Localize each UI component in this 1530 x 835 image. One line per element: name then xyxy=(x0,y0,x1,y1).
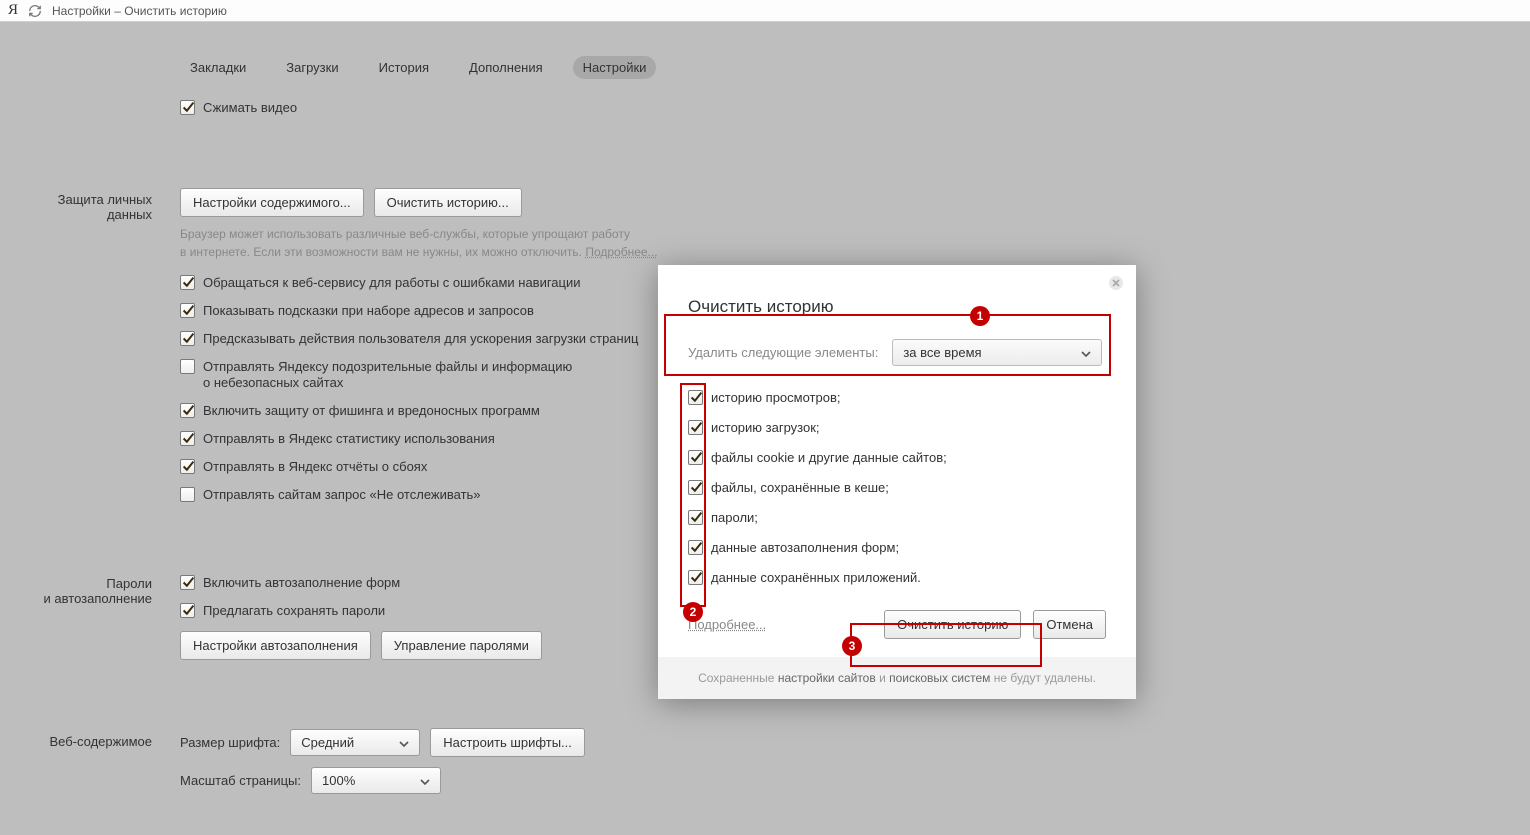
cancel-button[interactable]: Отмена xyxy=(1033,610,1106,639)
time-period-select[interactable]: за все время xyxy=(892,339,1102,366)
tab-bookmarks[interactable]: Закладки xyxy=(180,56,256,79)
autofill-settings-button[interactable]: Настройки автозаполнения xyxy=(180,631,371,660)
label-send-suspicious: Отправлять Яндексу подозрительные файлы … xyxy=(203,359,572,391)
more-details-link[interactable]: Подробнее... xyxy=(688,617,766,632)
label-compress-video: Сжимать видео xyxy=(203,100,297,116)
label-clear-cookies: файлы cookie и другие данные сайтов; xyxy=(711,450,947,466)
label-predict: Предсказывать действия пользователя для … xyxy=(203,331,638,347)
delete-elements-label: Удалить следующие элементы: xyxy=(688,345,878,360)
checkbox-clear-downloads[interactable] xyxy=(688,420,703,435)
label-clear-cache: файлы, сохранённые в кеше; xyxy=(711,480,889,496)
label-clear-browsing: историю просмотров; xyxy=(711,390,840,406)
modal-title: Очистить историю xyxy=(688,297,1106,317)
checkbox-suggest[interactable] xyxy=(180,303,195,318)
tab-history[interactable]: История xyxy=(369,56,439,79)
time-period-value: за все время xyxy=(903,345,981,360)
confirm-clear-history-button[interactable]: Очистить историю xyxy=(884,610,1021,639)
manage-passwords-button[interactable]: Управление паролями xyxy=(381,631,542,660)
settings-nav-tabs: Закладки Загрузки История Дополнения Нас… xyxy=(180,56,656,79)
section-label-passwords-1: Пароли xyxy=(0,576,152,591)
label-autofill: Включить автозаполнение форм xyxy=(203,575,400,591)
browser-chrome-bar: Я Настройки – Очистить историю xyxy=(0,0,1530,22)
checkbox-stats[interactable] xyxy=(180,431,195,446)
tab-addons[interactable]: Дополнения xyxy=(459,56,553,79)
privacy-desc-line-1: Браузер может использовать различные веб… xyxy=(180,225,940,243)
checkbox-clear-passwords[interactable] xyxy=(688,510,703,525)
label-suggest: Показывать подсказки при наборе адресов … xyxy=(203,303,534,319)
section-label-privacy-1: Защита личных xyxy=(0,192,152,207)
configure-fonts-button[interactable]: Настроить шрифты... xyxy=(430,728,585,757)
chevron-down-icon xyxy=(420,773,430,788)
label-crash: Отправлять в Яндекс отчёты о сбоях xyxy=(203,459,427,475)
section-label-web-content: Веб-содержимое xyxy=(0,734,152,749)
section-label-privacy-2: данных xyxy=(0,207,152,222)
reload-icon[interactable] xyxy=(28,4,42,18)
checkbox-clear-autofill[interactable] xyxy=(688,540,703,555)
yandex-logo: Я xyxy=(8,2,18,19)
zoom-label: Масштаб страницы: xyxy=(180,773,301,788)
font-size-select[interactable]: Средний xyxy=(290,729,420,756)
chevron-down-icon xyxy=(1081,345,1091,360)
font-size-label: Размер шрифта: xyxy=(180,735,280,750)
checkbox-phishing[interactable] xyxy=(180,403,195,418)
modal-footer-note: Сохраненные настройки сайтов и поисковых… xyxy=(658,657,1136,699)
label-stats: Отправлять в Яндекс статистику использов… xyxy=(203,431,495,447)
tab-downloads[interactable]: Загрузки xyxy=(276,56,348,79)
privacy-desc-more-link[interactable]: Подробнее... xyxy=(585,245,657,259)
label-nav-errors: Обращаться к веб-сервису для работы с ош… xyxy=(203,275,581,291)
section-label-passwords-2: и автозаполнение xyxy=(0,591,152,606)
page-title: Настройки – Очистить историю xyxy=(52,4,227,18)
tab-settings[interactable]: Настройки xyxy=(573,56,657,79)
privacy-desc-line-2: в интернете. Если эти возможности вам не… xyxy=(180,245,585,259)
clear-history-button[interactable]: Очистить историю... xyxy=(374,188,522,217)
chevron-down-icon xyxy=(399,735,409,750)
checkbox-clear-cache[interactable] xyxy=(688,480,703,495)
label-save-passwords: Предлагать сохранять пароли xyxy=(203,603,385,619)
checkbox-clear-apps[interactable] xyxy=(688,570,703,585)
checkbox-clear-cookies[interactable] xyxy=(688,450,703,465)
zoom-value: 100% xyxy=(322,773,355,788)
label-clear-downloads: историю загрузок; xyxy=(711,420,820,436)
clear-history-dialog: Очистить историю Удалить следующие элеме… xyxy=(658,265,1136,699)
checkbox-predict[interactable] xyxy=(180,331,195,346)
label-dnt: Отправлять сайтам запрос «Не отслеживать… xyxy=(203,487,481,503)
checkbox-nav-errors[interactable] xyxy=(180,275,195,290)
label-clear-apps: данные сохранённых приложений. xyxy=(711,570,921,586)
checkbox-save-passwords[interactable] xyxy=(180,603,195,618)
label-phishing: Включить защиту от фишинга и вредоносных… xyxy=(203,403,540,419)
content-settings-button[interactable]: Настройки содержимого... xyxy=(180,188,364,217)
label-clear-autofill: данные автозаполнения форм; xyxy=(711,540,899,556)
close-icon[interactable] xyxy=(1108,275,1126,293)
checkbox-clear-browsing[interactable] xyxy=(688,390,703,405)
checkbox-send-suspicious[interactable] xyxy=(180,359,195,374)
checkbox-compress-video[interactable] xyxy=(180,100,195,115)
checkbox-crash[interactable] xyxy=(180,459,195,474)
font-size-value: Средний xyxy=(301,735,354,750)
zoom-select[interactable]: 100% xyxy=(311,767,441,794)
checkbox-dnt[interactable] xyxy=(180,487,195,502)
checkbox-autofill[interactable] xyxy=(180,575,195,590)
label-clear-passwords: пароли; xyxy=(711,510,758,526)
